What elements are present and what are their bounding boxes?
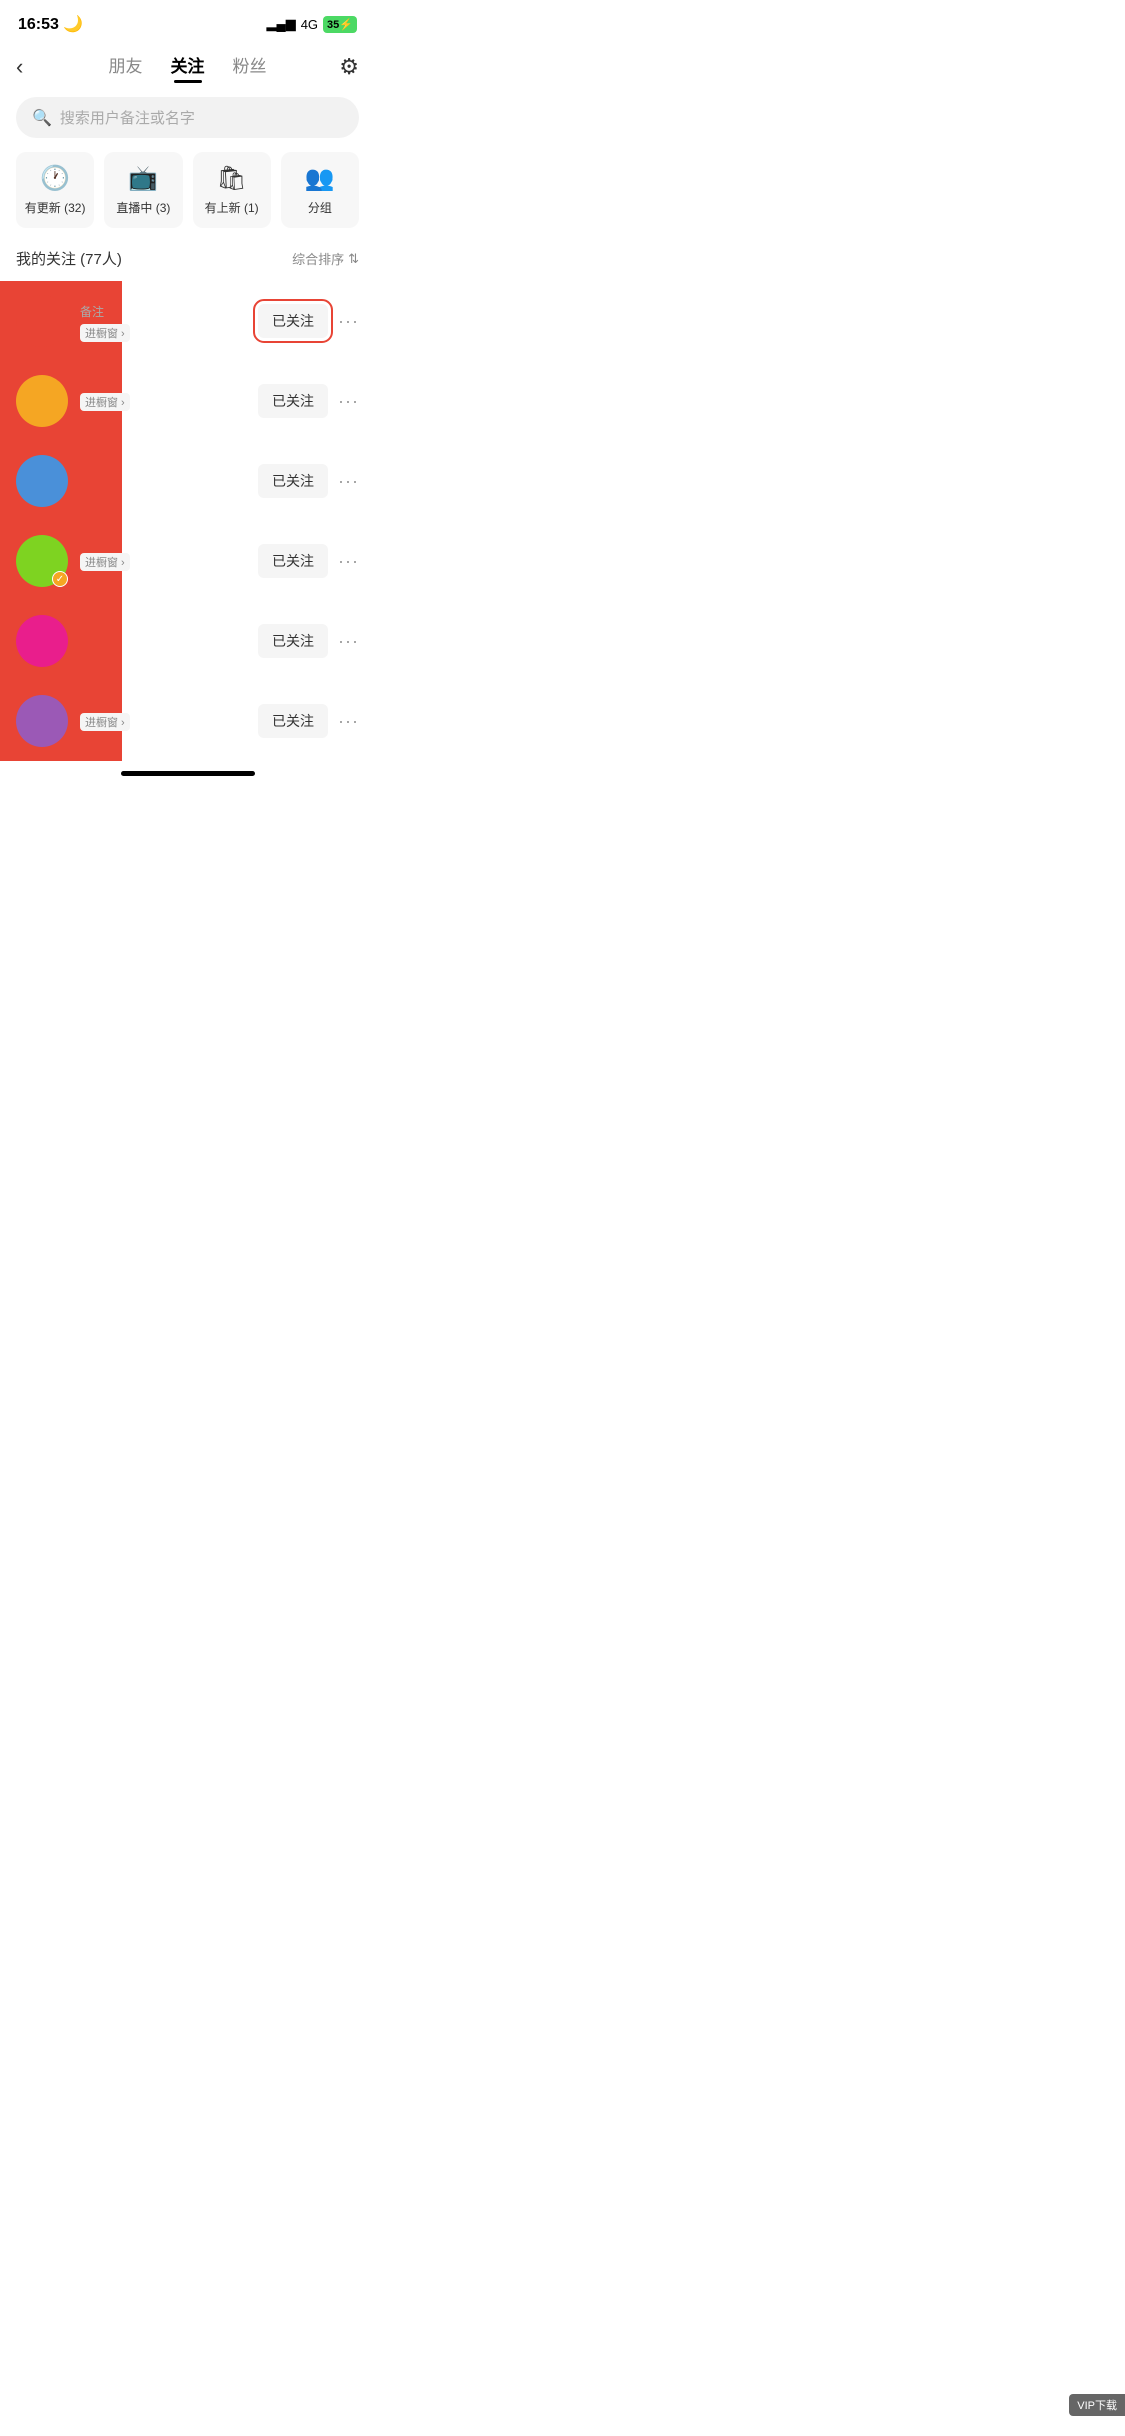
avatar	[16, 375, 68, 427]
filter-card-group[interactable]: 👥 分组	[281, 152, 359, 228]
sort-button[interactable]: 综合排序 ⇅	[292, 249, 359, 268]
user-sub: 进橱窗	[80, 713, 246, 731]
avatar: ✓	[16, 535, 68, 587]
sort-icon: ⇅	[348, 251, 359, 267]
status-time: 16:53 🌙	[18, 14, 83, 34]
filter-card-live[interactable]: 📺 直播中 (3)	[104, 152, 182, 228]
list-item: 进橱窗 已关注 ···	[0, 361, 375, 441]
list-item: 备注 进橱窗 已关注 ···	[0, 281, 375, 361]
user-info: 进橱窗	[80, 391, 246, 411]
nav-tabs: 朋友 关注 粉丝	[52, 52, 323, 81]
more-button[interactable]: ···	[338, 311, 359, 332]
list-item: 进橱窗 已关注 ···	[0, 681, 375, 761]
user-actions: 已关注 ···	[258, 304, 359, 338]
avatar	[16, 295, 68, 347]
search-input[interactable]: 搜索用户备注或名字	[60, 107, 195, 128]
status-bar: 16:53 🌙 ▂▄▆ 4G 35⚡	[0, 0, 375, 42]
status-icons: ▂▄▆ 4G 35⚡	[266, 16, 357, 33]
section-header: 我的关注 (77人) 综合排序 ⇅	[0, 244, 375, 281]
section-title: 我的关注 (77人)	[16, 248, 122, 269]
user-actions: 已关注 ···	[258, 624, 359, 658]
more-button[interactable]: ···	[338, 391, 359, 412]
avatar	[16, 615, 68, 667]
user-sub: 进橱窗	[80, 553, 246, 571]
shop-tag[interactable]: 进橱窗	[80, 393, 130, 411]
network-label: 4G	[301, 17, 318, 32]
more-button[interactable]: ···	[338, 551, 359, 572]
tab-fans[interactable]: 粉丝	[233, 52, 267, 81]
follow-button[interactable]: 已关注	[258, 624, 328, 658]
shop-icon: 🛍	[216, 164, 246, 193]
list-item: 已关注 ···	[0, 601, 375, 681]
search-bar[interactable]: 🔍 搜索用户备注或名字	[16, 97, 359, 138]
clock-icon: 🕐	[40, 164, 70, 193]
user-sub: 进橱窗	[80, 324, 246, 342]
settings-button[interactable]: ⚙	[323, 54, 359, 80]
filter-group-label: 分组	[308, 199, 332, 216]
filter-card-updates[interactable]: 🕐 有更新 (32)	[16, 152, 94, 228]
shop-tag[interactable]: 进橱窗	[80, 324, 130, 342]
user-note: 备注	[80, 303, 246, 320]
live-icon: 📺	[128, 164, 158, 193]
group-icon: 👥	[305, 164, 335, 193]
avatar	[16, 695, 68, 747]
verified-badge: ✓	[52, 571, 68, 587]
user-actions: 已关注 ···	[258, 544, 359, 578]
shop-tag[interactable]: 进橱窗	[80, 713, 130, 731]
search-icon: 🔍	[32, 108, 52, 128]
user-info: 进橱窗	[80, 711, 246, 731]
tab-friends[interactable]: 朋友	[109, 52, 143, 81]
tab-following[interactable]: 关注	[171, 52, 205, 81]
moon-icon: 🌙	[63, 16, 83, 33]
filter-updates-label: 有更新 (32)	[25, 199, 86, 216]
user-info	[80, 640, 246, 642]
back-button[interactable]: ‹	[16, 54, 52, 80]
more-button[interactable]: ···	[338, 711, 359, 732]
user-actions: 已关注 ···	[258, 464, 359, 498]
user-list: 备注 进橱窗 已关注 ··· 进橱窗 已关注 ··· 已关注	[0, 281, 375, 761]
filter-card-new[interactable]: 🛍 有上新 (1)	[193, 152, 271, 228]
battery-badge: 35⚡	[323, 16, 357, 33]
filter-new-label: 有上新 (1)	[205, 199, 259, 216]
avatar	[16, 455, 68, 507]
shop-tag[interactable]: 进橱窗	[80, 553, 130, 571]
filter-live-label: 直播中 (3)	[116, 199, 170, 216]
follow-button[interactable]: 已关注	[258, 464, 328, 498]
signal-icon: ▂▄▆	[266, 16, 295, 32]
user-info: 进橱窗	[80, 551, 246, 571]
list-item: ✓ 进橱窗 已关注 ···	[0, 521, 375, 601]
follow-button[interactable]: 已关注	[258, 304, 328, 338]
user-info	[80, 480, 246, 482]
filter-cards: 🕐 有更新 (32) 📺 直播中 (3) 🛍 有上新 (1) 👥 分组	[0, 152, 375, 244]
user-info: 备注 进橱窗	[80, 301, 246, 342]
top-nav: ‹ 朋友 关注 粉丝 ⚙	[0, 42, 375, 93]
list-item: 已关注 ···	[0, 441, 375, 521]
follow-button[interactable]: 已关注	[258, 544, 328, 578]
watermark: VIP下载	[1069, 2394, 1125, 2416]
home-indicator	[121, 771, 255, 776]
follow-button[interactable]: 已关注	[258, 384, 328, 418]
user-sub: 进橱窗	[80, 393, 246, 411]
user-actions: 已关注 ···	[258, 704, 359, 738]
user-actions: 已关注 ···	[258, 384, 359, 418]
more-button[interactable]: ···	[338, 631, 359, 652]
follow-button[interactable]: 已关注	[258, 704, 328, 738]
more-button[interactable]: ···	[338, 471, 359, 492]
